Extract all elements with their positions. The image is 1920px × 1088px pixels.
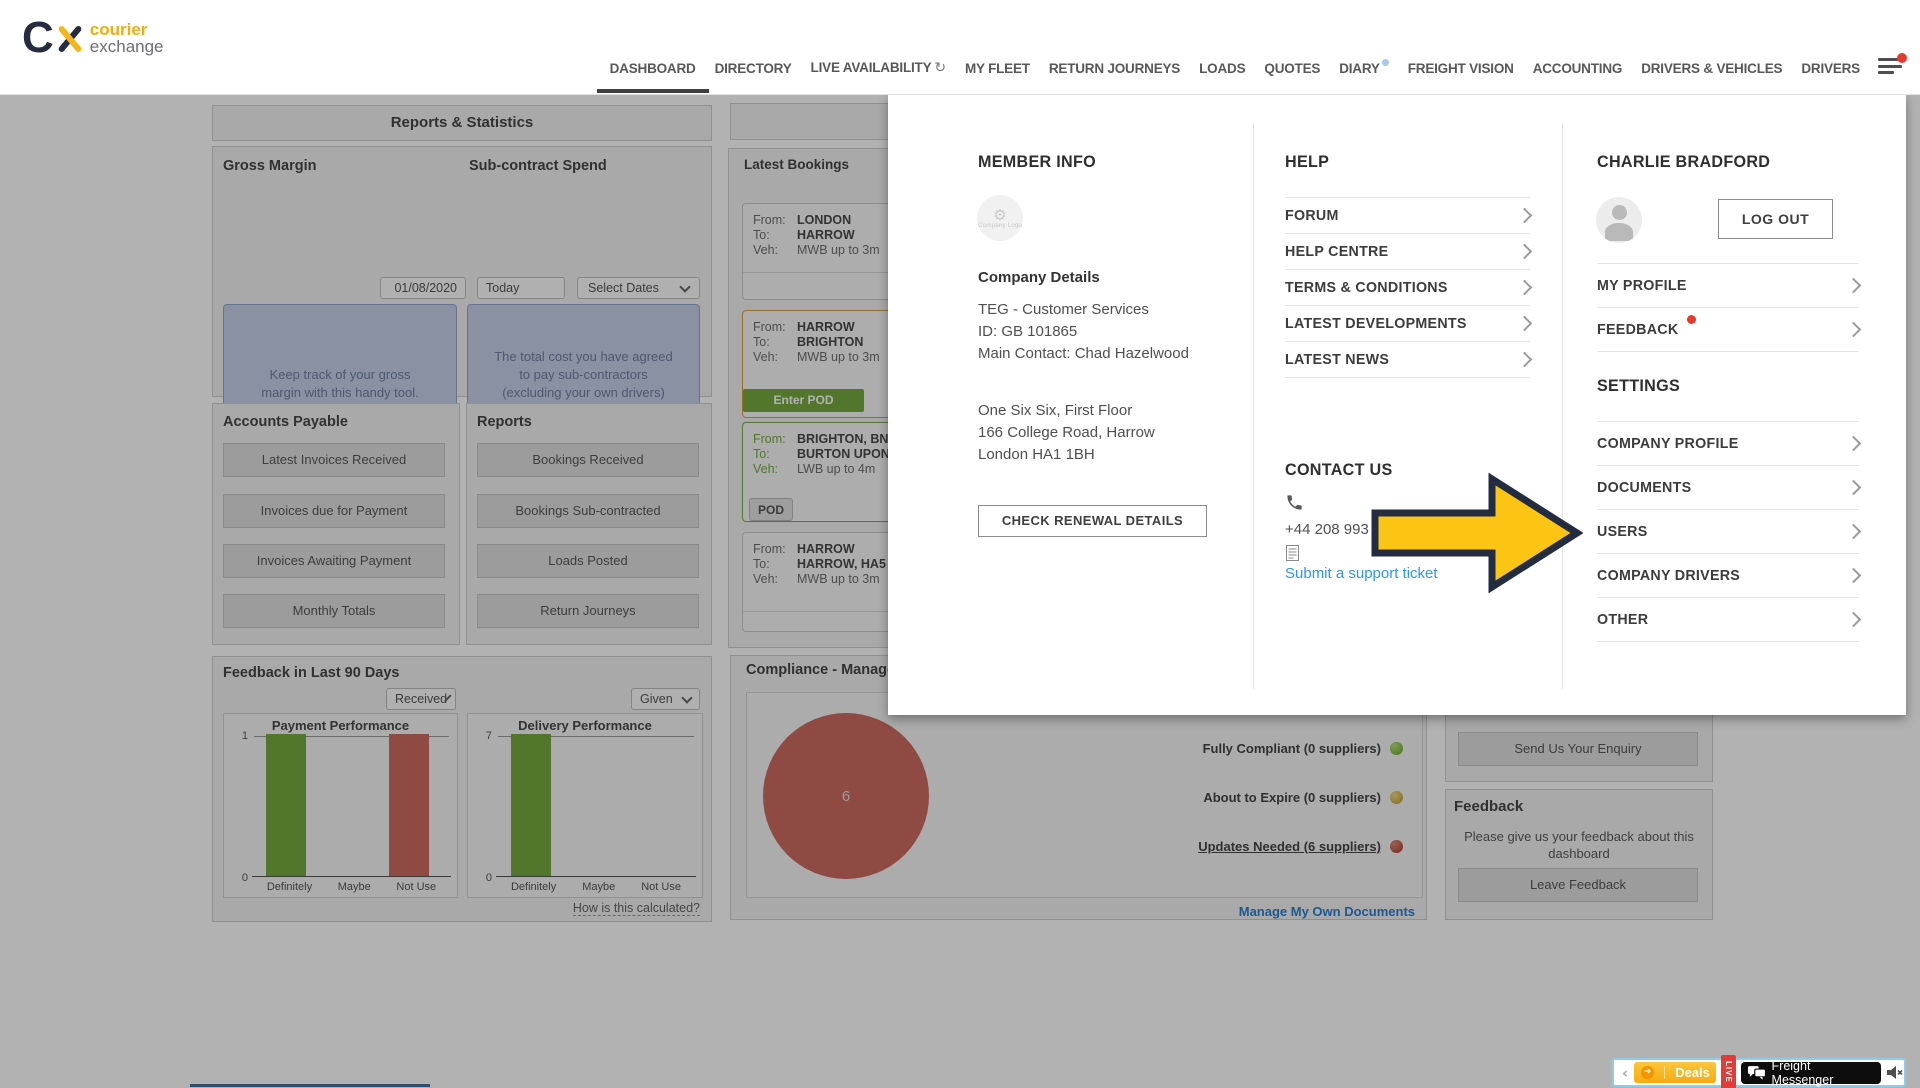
phone-icon	[1287, 495, 1302, 510]
gear-icon: ⚙	[993, 205, 1007, 224]
top-navbar: C courier exchange DASHBOARD DIRECTORY L…	[0, 0, 1920, 95]
company-logo-placeholder: ⚙ Company Logo	[977, 195, 1023, 241]
nav-dashboard[interactable]: DASHBOARD	[596, 61, 709, 93]
chevron-right-icon	[1845, 321, 1862, 338]
company-address-line1: One Six Six, First Floor	[978, 402, 1133, 419]
messenger-bar: ‹ ➔ Deals LIVE Freight Messenger	[1612, 1054, 1906, 1088]
feedback-notification-dot	[1686, 314, 1696, 324]
nav-directory[interactable]: DIRECTORY	[715, 61, 792, 76]
deals-divider	[1664, 1066, 1666, 1079]
member-info-heading: MEMBER INFO	[978, 152, 1096, 171]
page: C courier exchange DASHBOARD DIRECTORY L…	[0, 0, 1920, 1088]
freight-messenger-button[interactable]: Freight Messenger	[1741, 1059, 1881, 1087]
user-name-heading: CHARLIE BRADFORD	[1597, 152, 1771, 171]
deals-button[interactable]: ➔ Deals	[1634, 1062, 1717, 1083]
chevron-right-icon	[1845, 611, 1862, 628]
company-address-line3: London HA1 1BH	[978, 446, 1095, 463]
menu-item-other[interactable]: OTHER	[1597, 598, 1862, 642]
ticket-icon	[1286, 545, 1299, 561]
logo-x-icon	[54, 19, 84, 57]
company-name: TEG - Customer Services	[978, 301, 1149, 318]
nav-my-fleet[interactable]: MY FLEET	[965, 61, 1030, 76]
nav-live-availability[interactable]: LIVE AVAILABILITY ↻	[811, 60, 947, 76]
chevron-right-icon	[1516, 243, 1533, 260]
app-logo[interactable]: C courier exchange	[22, 16, 164, 60]
settings-heading: SETTINGS	[1597, 376, 1681, 395]
chevron-right-icon	[1516, 351, 1533, 368]
user-avatar	[1596, 197, 1642, 243]
company-details-heading: Company Details	[978, 269, 1100, 286]
company-address-line2: 166 College Road, Harrow	[978, 424, 1155, 441]
company-id: ID: GB 101865	[978, 323, 1078, 340]
company-main-contact: Main Contact: Chad Hazelwood	[978, 345, 1189, 362]
help-heading: HELP	[1285, 152, 1330, 171]
chevron-right-icon	[1845, 479, 1862, 496]
highlight-arrow-users	[1371, 472, 1583, 594]
main-nav: DASHBOARD DIRECTORY LIVE AVAILABILITY ↻ M…	[596, 59, 1860, 93]
menu-item-forum[interactable]: FORUM	[1285, 198, 1533, 234]
menu-item-feedback[interactable]: FEEDBACK	[1597, 308, 1862, 352]
popup-divider	[1253, 123, 1254, 689]
log-out-button[interactable]: LOG OUT	[1718, 199, 1833, 239]
chat-bubbles-icon	[1748, 1066, 1767, 1080]
user-menu: MY PROFILE FEEDBACK	[1597, 263, 1862, 352]
mute-icon[interactable]	[1887, 1066, 1904, 1079]
hamburger-menu-icon[interactable]	[1878, 53, 1907, 78]
collapse-chevron-icon[interactable]: ‹	[1622, 1064, 1628, 1082]
nav-drivers[interactable]: DRIVERS	[1801, 61, 1860, 76]
chevron-right-icon	[1845, 277, 1862, 294]
nav-diary[interactable]: DIARY	[1339, 59, 1389, 76]
menu-item-company-profile[interactable]: COMPANY PROFILE	[1597, 422, 1862, 466]
check-renewal-button[interactable]: CHECK RENEWAL DETAILS	[978, 505, 1207, 537]
menu-item-users[interactable]: USERS	[1597, 510, 1862, 554]
chevron-right-icon	[1516, 207, 1533, 224]
nav-quotes[interactable]: QUOTES	[1264, 61, 1320, 76]
menu-item-company-drivers[interactable]: COMPANY DRIVERS	[1597, 554, 1862, 598]
arrow-circle-icon: ➔	[1641, 1066, 1655, 1079]
hamburger-notification-dot	[1897, 53, 1907, 63]
chevron-right-icon	[1516, 315, 1533, 332]
nav-accounting[interactable]: ACCOUNTING	[1533, 61, 1623, 76]
account-popup: MEMBER INFO ⚙ Company Logo Company Detai…	[888, 95, 1906, 715]
nav-freight-vision[interactable]: FREIGHT VISION	[1408, 61, 1514, 76]
help-menu: FORUM HELP CENTRE TERMS & CONDITIONS LAT…	[1285, 197, 1533, 378]
chevron-right-icon	[1516, 279, 1533, 296]
menu-item-latest-developments[interactable]: LATEST DEVELOPMENTS	[1285, 306, 1533, 342]
chevron-right-icon	[1845, 523, 1862, 540]
nav-drivers-vehicles[interactable]: DRIVERS & VEHICLES	[1641, 61, 1782, 76]
settings-menu: COMPANY PROFILE DOCUMENTS USERS COMPANY …	[1597, 421, 1862, 642]
refresh-icon[interactable]: ↻	[934, 60, 946, 76]
diary-notification-dot	[1381, 59, 1389, 66]
menu-item-terms[interactable]: TERMS & CONDITIONS	[1285, 270, 1533, 306]
chevron-right-icon	[1845, 567, 1862, 584]
popup-divider	[1562, 123, 1563, 689]
phone-number: +44 208 993	[1285, 521, 1369, 538]
logo-wordmark: courier exchange	[89, 20, 164, 56]
chevron-right-icon	[1845, 435, 1862, 452]
menu-item-documents[interactable]: DOCUMENTS	[1597, 466, 1862, 510]
logo-c: C	[22, 13, 54, 62]
nav-return-journeys[interactable]: RETURN JOURNEYS	[1049, 61, 1180, 76]
menu-item-help-centre[interactable]: HELP CENTRE	[1285, 234, 1533, 270]
live-badge: LIVE	[1721, 1054, 1737, 1088]
menu-item-my-profile[interactable]: MY PROFILE	[1597, 264, 1862, 308]
nav-loads[interactable]: LOADS	[1199, 61, 1245, 76]
menu-item-latest-news[interactable]: LATEST NEWS	[1285, 342, 1533, 378]
